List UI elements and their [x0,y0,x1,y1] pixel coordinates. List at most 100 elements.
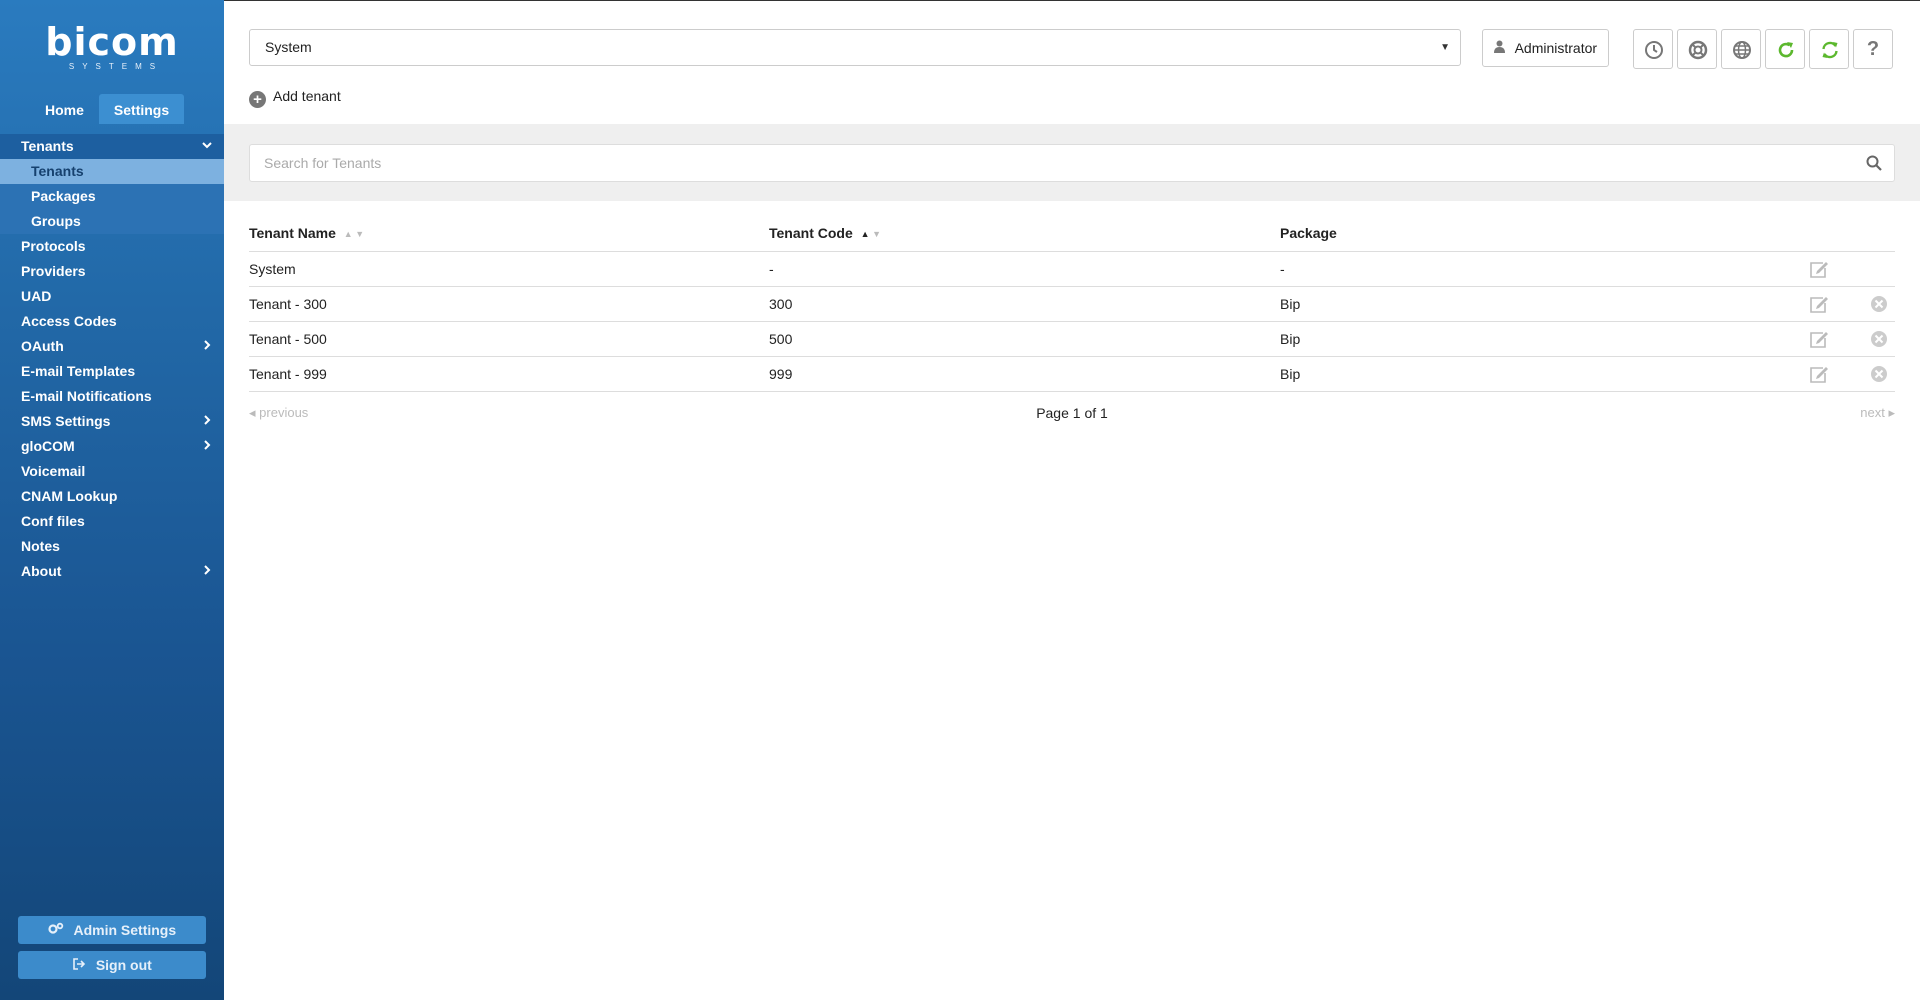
next-page-link[interactable]: next ▸ [1860,405,1895,421]
chevron-right-icon [202,409,212,434]
sign-out-button[interactable]: Sign out [18,951,206,979]
logo-subtitle: SYSTEMS [68,62,164,71]
next-label: next [1860,405,1885,420]
cell-tenant-code: 999 [769,366,793,382]
search-input[interactable] [250,145,1840,181]
cell-tenant-name: Tenant - 500 [249,331,327,347]
sidebar-item-label: Tenants [21,138,74,154]
sidebar-item-email-notifications[interactable]: E-mail Notifications [0,384,224,409]
user-name: Administrator [1514,40,1598,56]
chevron-right-icon: ▸ [1888,405,1895,420]
chevron-right-icon [202,559,212,584]
cell-tenant-code: - [769,261,774,277]
sidebar-item-uad[interactable]: UAD [0,284,224,309]
edit-icon[interactable] [1809,295,1829,316]
sidebar-item-label: SMS Settings [21,413,111,429]
user-icon [1493,40,1509,56]
help-icon: ? [1866,38,1880,60]
logo: bicom SYSTEMS [0,22,224,71]
sidebar-item-sms-settings[interactable]: SMS Settings [0,409,224,434]
sidebar: bicom SYSTEMS Home Settings Tenants Tena… [0,0,224,1000]
sidebar-item-providers[interactable]: Providers [0,259,224,284]
add-tenant-label: Add tenant [273,88,341,104]
sidebar-item-protocols[interactable]: Protocols [0,234,224,259]
tab-settings[interactable]: Settings [98,94,185,124]
sign-out-label: Sign out [95,957,152,973]
cell-package: Bip [1280,331,1301,347]
support-button[interactable] [1677,29,1717,69]
column-label: Tenant Name [249,225,336,241]
sidebar-subitem-groups[interactable]: Groups [0,209,224,234]
sidebar-item-oauth[interactable]: OAuth [0,334,224,359]
user-menu-button[interactable]: Administrator [1482,29,1609,67]
sidebar-item-glocom[interactable]: gloCOM [0,434,224,459]
table-header: Tenant Name ▲ ▼ Tenant Code ▲ ▼ Package [249,220,1895,252]
sidebar-item-access-codes[interactable]: Access Codes [0,309,224,334]
admin-settings-button[interactable]: Admin Settings [18,916,206,944]
edit-icon[interactable] [1809,260,1829,281]
cell-tenant-name: Tenant - 999 [249,366,327,382]
tab-home[interactable]: Home [30,94,99,124]
tenants-table: Tenant Name ▲ ▼ Tenant Code ▲ ▼ Package … [249,220,1895,432]
cell-tenant-name: System [249,261,296,277]
clock-button[interactable] [1633,29,1673,69]
sidebar-item-conf-files[interactable]: Conf files [0,509,224,534]
page-indicator: Page 1 of 1 [1036,405,1108,421]
sidebar-item-label: OAuth [21,338,64,354]
sort-icon: ▲ ▼ [343,229,365,239]
help-button[interactable]: ? [1853,29,1893,69]
cell-package: Bip [1280,296,1301,312]
column-header-package: Package [1280,225,1337,241]
search-band [224,124,1920,201]
table-row: Tenant - 500 500 Bip [249,322,1895,357]
reload-button[interactable] [1765,29,1805,69]
chevron-right-icon [202,434,212,459]
sort-asc-icon: ▲ ▼ [860,229,881,239]
search-icon[interactable] [1866,155,1882,174]
delete-icon[interactable] [1870,330,1888,351]
sidebar-item-notes[interactable]: Notes [0,534,224,559]
cell-package: Bip [1280,366,1301,382]
sidebar-subitem-tenants[interactable]: Tenants [0,159,224,184]
plus-circle-icon: + [249,91,266,108]
column-label: Tenant Code [769,225,853,241]
logo-wordmark: bicom [45,20,179,64]
sidebar-nav: Tenants Tenants Packages Groups Protocol… [0,134,224,584]
caret-down-icon: ▼ [1440,42,1450,53]
cell-package: - [1280,261,1285,277]
sidebar-subitem-packages[interactable]: Packages [0,184,224,209]
chevron-right-icon [202,334,212,359]
edit-icon[interactable] [1809,330,1829,351]
cell-tenant-code: 500 [769,331,793,347]
sidebar-item-label: gloCOM [21,438,75,454]
table-row: Tenant - 999 999 Bip [249,357,1895,392]
delete-icon[interactable] [1870,365,1888,386]
table-row: Tenant - 300 300 Bip [249,287,1895,322]
sidebar-item-tenants[interactable]: Tenants [0,134,224,159]
chevron-down-icon [202,134,212,159]
top-bar: System ▼ Administrator ? + Add tenant [224,0,1920,124]
sidebar-item-email-templates[interactable]: E-mail Templates [0,359,224,384]
cogs-icon [48,922,68,938]
sidebar-item-about[interactable]: About [0,559,224,584]
sidebar-item-voicemail[interactable]: Voicemail [0,459,224,484]
add-tenant-button[interactable]: + Add tenant [249,87,341,108]
tenant-select[interactable]: System ▼ [249,29,1461,66]
admin-settings-label: Admin Settings [73,922,177,938]
pagination: ◂ previous Page 1 of 1 next ▸ [249,392,1895,432]
edit-icon[interactable] [1809,365,1829,386]
cell-tenant-code: 300 [769,296,793,312]
table-row: System - - [249,252,1895,287]
sidebar-item-label: About [21,563,62,579]
delete-icon[interactable] [1870,295,1888,316]
cell-tenant-name: Tenant - 300 [249,296,327,312]
tenant-select-value: System [265,39,312,55]
column-header-tenant-code[interactable]: Tenant Code ▲ ▼ [769,225,881,241]
language-button[interactable] [1721,29,1761,69]
sync-button[interactable] [1809,29,1849,69]
search-box [249,144,1895,182]
sign-out-icon [72,958,90,973]
column-header-tenant-name[interactable]: Tenant Name ▲ ▼ [249,225,364,241]
sidebar-item-cnam-lookup[interactable]: CNAM Lookup [0,484,224,509]
top-tabs: Home Settings [30,94,185,124]
